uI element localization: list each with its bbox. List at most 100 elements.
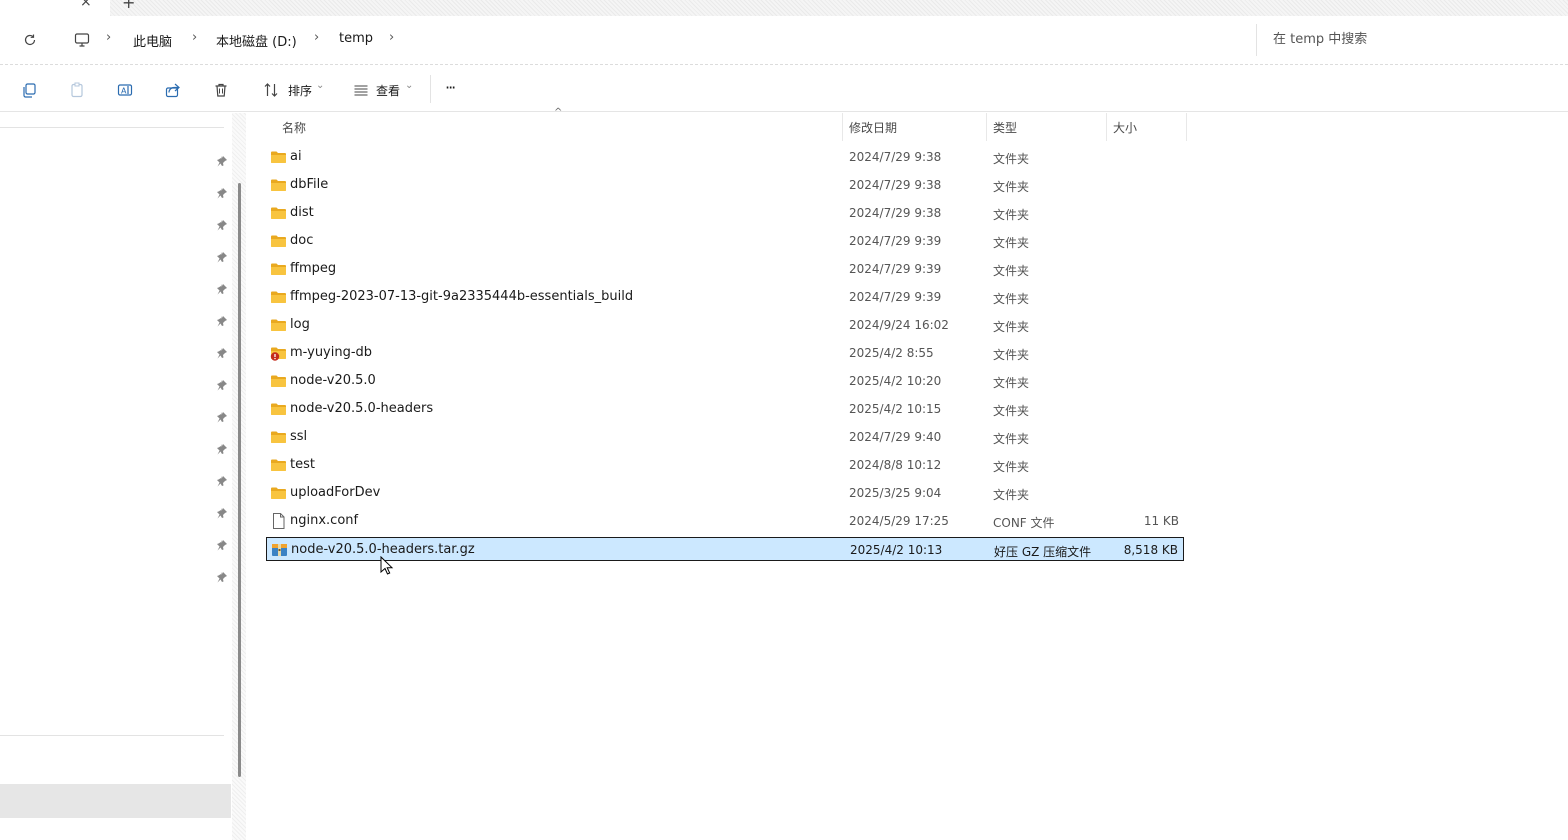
view-button[interactable]: 查看 bbox=[376, 82, 400, 99]
breadcrumb-this-pc[interactable]: 此电脑 bbox=[133, 31, 172, 50]
folder-icon bbox=[270, 261, 287, 277]
folder-error-icon bbox=[270, 345, 287, 361]
navigation-pane bbox=[0, 113, 232, 840]
sort-dropdown-chevron-icon[interactable]: ⌄ bbox=[316, 80, 324, 91]
column-size[interactable]: 大小 bbox=[1113, 119, 1137, 136]
column-divider[interactable] bbox=[1106, 113, 1107, 141]
nav-divider bbox=[0, 127, 224, 128]
column-divider[interactable] bbox=[842, 113, 843, 141]
breadcrumb-temp[interactable]: temp bbox=[339, 31, 373, 46]
file-size: 11 KB bbox=[1143, 514, 1179, 528]
sort-ascending-icon: ^ bbox=[554, 107, 563, 118]
sort-button[interactable]: 排序 bbox=[288, 82, 312, 99]
file-type: 文件夹 bbox=[993, 404, 1030, 418]
file-type: 文件夹 bbox=[993, 460, 1030, 474]
file-row[interactable]: ssl 2024/7/29 9:40 文件夹 bbox=[266, 425, 1184, 449]
chevron-right-icon[interactable]: › bbox=[106, 30, 111, 45]
file-type: 文件夹 bbox=[993, 208, 1030, 222]
file-name: node-v20.5.0 bbox=[290, 373, 376, 388]
file-row[interactable]: dbFile 2024/7/29 9:38 文件夹 bbox=[266, 173, 1184, 197]
delete-icon[interactable] bbox=[212, 81, 230, 99]
column-header: ^ 名称 修改日期 类型 大小 bbox=[246, 107, 1188, 141]
file-name: dist bbox=[290, 205, 314, 220]
pin-icon[interactable] bbox=[216, 443, 228, 455]
file-type: 文件夹 bbox=[993, 180, 1030, 194]
pin-icon[interactable] bbox=[216, 315, 228, 327]
file-date: 2024/8/8 10:12 bbox=[849, 458, 942, 472]
pin-icon[interactable] bbox=[216, 155, 228, 167]
view-dropdown-chevron-icon[interactable]: ⌄ bbox=[405, 80, 413, 91]
pin-icon[interactable] bbox=[216, 219, 228, 231]
file-date: 2025/4/2 10:20 bbox=[849, 374, 942, 388]
refresh-icon[interactable] bbox=[20, 30, 40, 50]
new-tab-icon[interactable]: + bbox=[122, 0, 135, 12]
close-tab-icon[interactable]: × bbox=[80, 0, 92, 10]
file-row[interactable]: m-yuying-db 2025/4/2 8:55 文件夹 bbox=[266, 341, 1184, 365]
breadcrumb-local-disk[interactable]: 本地磁盘 (D:) bbox=[216, 31, 297, 50]
pin-icon[interactable] bbox=[216, 187, 228, 199]
folder-icon bbox=[270, 317, 287, 333]
search-input[interactable]: 在 temp 中搜索 bbox=[1256, 24, 1568, 56]
file-date: 2024/7/29 9:39 bbox=[849, 262, 942, 276]
folder-icon bbox=[270, 205, 287, 221]
pin-icon[interactable] bbox=[216, 283, 228, 295]
mouse-cursor-icon bbox=[380, 556, 394, 575]
file-row[interactable]: log 2024/9/24 16:02 文件夹 bbox=[266, 313, 1184, 337]
copy-icon[interactable] bbox=[20, 81, 38, 99]
file-type: 文件夹 bbox=[993, 348, 1030, 362]
file-date: 2025/3/25 9:04 bbox=[849, 486, 942, 500]
archive-icon bbox=[271, 542, 288, 558]
file-row[interactable]: test 2024/8/8 10:12 文件夹 bbox=[266, 453, 1184, 477]
file-row[interactable]: nginx.conf 2024/5/29 17:25 CONF 文件 11 KB bbox=[266, 509, 1184, 533]
file-type: 文件夹 bbox=[993, 432, 1030, 446]
file-row[interactable]: node-v20.5.0 2025/4/2 10:20 文件夹 bbox=[266, 369, 1184, 393]
pin-icon[interactable] bbox=[216, 251, 228, 263]
pin-icon[interactable] bbox=[216, 379, 228, 391]
folder-icon bbox=[270, 233, 287, 249]
file-row[interactable]: node-v20.5.0-headers 2025/4/2 10:15 文件夹 bbox=[266, 397, 1184, 421]
folder-icon bbox=[270, 149, 287, 165]
file-row[interactable]: doc 2024/7/29 9:39 文件夹 bbox=[266, 229, 1184, 253]
paste-icon[interactable] bbox=[68, 81, 86, 99]
file-date: 2024/7/29 9:40 bbox=[849, 430, 942, 444]
file-type: 文件夹 bbox=[993, 236, 1030, 250]
file-row[interactable]: ffmpeg-2023-07-13-git-9a2335444b-essenti… bbox=[266, 285, 1184, 309]
nav-selected-item[interactable] bbox=[0, 784, 231, 818]
chevron-right-icon[interactable]: › bbox=[192, 30, 197, 45]
nav-scrollbar-thumb[interactable] bbox=[238, 183, 241, 777]
folder-icon bbox=[270, 429, 287, 445]
file-name: ai bbox=[290, 149, 302, 164]
pin-icon[interactable] bbox=[216, 475, 228, 487]
column-divider[interactable] bbox=[986, 113, 987, 141]
file-type: 文件夹 bbox=[993, 292, 1030, 306]
rename-icon[interactable]: A bbox=[116, 81, 134, 99]
column-divider[interactable] bbox=[1186, 113, 1187, 141]
tab-strip: × + bbox=[0, 0, 1568, 16]
chevron-right-icon[interactable]: › bbox=[314, 30, 319, 45]
column-name[interactable]: 名称 bbox=[282, 119, 306, 136]
nav-scrollbar[interactable] bbox=[232, 113, 246, 840]
this-pc-icon[interactable] bbox=[72, 30, 92, 50]
file-row[interactable]: node-v20.5.0-headers.tar.gz 2025/4/2 10:1… bbox=[266, 537, 1184, 561]
pin-icon[interactable] bbox=[216, 507, 228, 519]
file-row[interactable]: dist 2024/7/29 9:38 文件夹 bbox=[266, 201, 1184, 225]
folder-icon bbox=[270, 177, 287, 193]
view-icon[interactable] bbox=[352, 81, 370, 99]
column-date[interactable]: 修改日期 bbox=[849, 119, 897, 136]
pin-icon[interactable] bbox=[216, 347, 228, 359]
chevron-right-icon[interactable]: › bbox=[389, 30, 394, 45]
share-icon[interactable] bbox=[164, 81, 182, 99]
active-tab[interactable] bbox=[0, 0, 110, 16]
file-row[interactable]: ffmpeg 2024/7/29 9:39 文件夹 bbox=[266, 257, 1184, 281]
column-type[interactable]: 类型 bbox=[993, 119, 1017, 136]
file-row[interactable]: ai 2024/7/29 9:38 文件夹 bbox=[266, 145, 1184, 169]
pin-icon[interactable] bbox=[216, 571, 228, 583]
sort-icon[interactable] bbox=[262, 81, 280, 99]
file-name: node-v20.5.0-headers bbox=[290, 401, 434, 416]
file-name: log bbox=[290, 317, 310, 332]
pin-icon[interactable] bbox=[216, 411, 228, 423]
more-options-button[interactable]: ··· bbox=[445, 78, 456, 97]
file-row[interactable]: uploadForDev 2025/3/25 9:04 文件夹 bbox=[266, 481, 1184, 505]
pin-icon[interactable] bbox=[216, 539, 228, 551]
file-name: node-v20.5.0-headers.tar.gz bbox=[291, 542, 475, 557]
